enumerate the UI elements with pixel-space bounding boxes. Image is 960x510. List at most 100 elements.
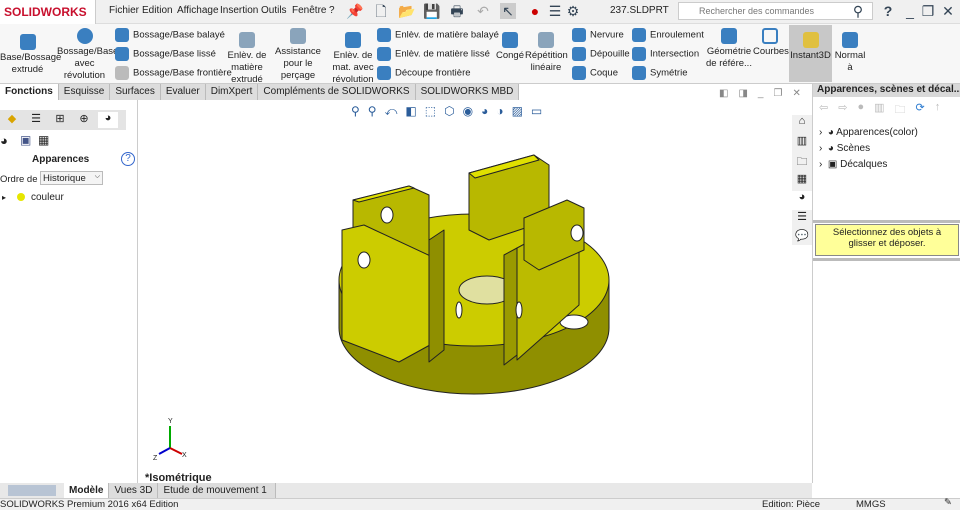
boundary-button[interactable]: Bossage/Base frontière <box>115 66 232 80</box>
reference-geometry-button[interactable]: Géométrie de référe... <box>705 28 753 70</box>
tab-evaluer[interactable]: Evaluer <box>160 84 206 100</box>
instant3d-button[interactable]: Instant3D <box>789 25 832 82</box>
tab-complements[interactable]: Compléments de SOLIDWORKS <box>258 84 416 100</box>
rebuild-icon[interactable]: ● <box>527 3 543 19</box>
cut-revolve-button[interactable]: Enlèv. de mat. avec révolution <box>332 32 374 86</box>
folder-icon[interactable]: 🗀 <box>792 153 812 172</box>
search-input[interactable]: Rechercher des commandes <box>678 2 873 20</box>
status-bar: SOLIDWORKS Premium 2016 x64 Edition Edit… <box>0 497 960 510</box>
print-icon[interactable]: 🖶 <box>449 3 465 19</box>
back-icon[interactable]: ⇦ <box>819 101 828 120</box>
appearances-icon[interactable]: ◕ <box>792 191 812 210</box>
cut-extrude-button[interactable]: Enlèv. de matière extrudé <box>227 32 267 86</box>
display-manager-icon[interactable]: ◕ <box>98 112 118 128</box>
sweep-button[interactable]: Bossage/Base balayé <box>115 28 225 42</box>
close-icon[interactable]: ✕ <box>792 88 800 99</box>
library-icon[interactable]: ▥ <box>874 101 884 120</box>
sphere-icon[interactable]: ● <box>857 101 864 120</box>
intersect-button[interactable]: Intersection <box>632 47 699 61</box>
menu-edition[interactable]: Edition <box>142 5 173 16</box>
property-manager-icon[interactable]: ☰ <box>26 112 46 128</box>
tab-surfaces[interactable]: Surfaces <box>110 84 161 100</box>
folder-icon[interactable]: 🗀 <box>895 101 906 120</box>
draft-button[interactable]: Dépouille <box>572 47 630 61</box>
help-icon[interactable]: ? <box>121 152 135 166</box>
minimize-icon[interactable]: _ <box>758 88 764 99</box>
feature-tree-icon[interactable]: ◆ <box>2 112 22 128</box>
tab-fonctions[interactable]: Fonctions <box>0 84 59 100</box>
dimxpert-icon[interactable]: ⊕ <box>74 112 94 128</box>
up-icon[interactable]: ↑ <box>935 101 941 120</box>
new-file-icon[interactable]: 🗋 <box>373 3 389 19</box>
curves-button[interactable]: Courbes <box>753 28 789 58</box>
mirror-button[interactable]: Symétrie <box>632 66 687 80</box>
linear-pattern-button[interactable]: Répétition linéaire <box>525 32 568 74</box>
pin-icon[interactable]: 📌 <box>346 3 363 19</box>
select-icon[interactable]: ↖ <box>500 3 516 19</box>
tree-item-scenes[interactable]: › ◕ Scènes <box>819 143 870 154</box>
graphics-area[interactable]: ⚲ ⚲ ⤺ ◧ ⬚ ⬡ ◉ ◕ ◑ ▨ ▭ ◧ ◨ _ ❐ ✕ Y Z X *I… <box>139 88 801 484</box>
splitter[interactable] <box>813 220 960 223</box>
appearance-item[interactable]: couleur <box>31 192 64 203</box>
wrap-button[interactable]: Enroulement <box>632 28 704 42</box>
library-icon[interactable]: ▥ <box>792 134 812 153</box>
tab-motion-study[interactable]: Etude de mouvement 1 <box>158 482 277 499</box>
base-extrude-button[interactable]: Base/Bossage extrudé <box>0 34 61 76</box>
undo-icon[interactable]: ↶ <box>475 3 491 19</box>
forward-icon[interactable]: ⇨ <box>838 101 847 120</box>
menu-help[interactable]: ? <box>329 5 335 16</box>
help-icon[interactable]: ? <box>880 3 896 19</box>
tree-item-appearances[interactable]: › ◕ Apparences(color) <box>819 127 918 138</box>
normal-to-button[interactable]: Normal à <box>833 32 867 74</box>
menu-fichier[interactable]: Fichier <box>109 5 139 16</box>
minimize-icon[interactable]: _ <box>902 3 918 19</box>
home-icon[interactable]: ⌂ <box>792 115 812 134</box>
menu-fenetre[interactable]: Fenêtre <box>292 5 326 16</box>
search-icon[interactable]: ⚲ <box>850 3 866 19</box>
hole-wizard-button[interactable]: Assistance pour le perçage <box>267 28 329 82</box>
menu-affichage[interactable]: Affichage <box>177 5 219 16</box>
revolve-button[interactable]: Bossage/Base avec révolution <box>57 28 118 82</box>
tree-item-decals[interactable]: › ▣ Décalques <box>819 159 887 170</box>
units-selector[interactable]: MMGS <box>856 499 886 510</box>
cut-loft-button[interactable]: Enlèv. de matière lissé <box>377 47 490 61</box>
splitter-bottom[interactable] <box>813 258 960 261</box>
tab-dimxpert[interactable]: DimXpert <box>205 84 259 100</box>
forum-icon[interactable]: 💬 <box>792 229 812 248</box>
gear-icon[interactable]: ⚙ <box>565 3 581 19</box>
expand-arrow-icon[interactable]: ▸ <box>2 193 6 202</box>
shell-button[interactable]: Coque <box>572 66 618 80</box>
linear-pattern-icon <box>538 32 554 48</box>
tab-vues-3d[interactable]: Vues 3D <box>109 482 159 499</box>
tab-mbd[interactable]: SOLIDWORKS MBD <box>415 84 520 100</box>
part-model[interactable] <box>139 100 792 483</box>
open-file-icon[interactable]: 📂 <box>398 3 415 19</box>
cut-boundary-button[interactable]: Découpe frontière <box>377 66 471 80</box>
custom-properties-icon[interactable]: ☰ <box>792 210 812 229</box>
split-left-icon[interactable]: ◧ <box>719 88 728 99</box>
tab-scroll-arrows[interactable] <box>8 485 56 496</box>
options-list-icon[interactable]: ☰ <box>547 3 563 19</box>
close-icon[interactable]: ✕ <box>940 3 956 19</box>
save-icon[interactable]: 💾 <box>423 3 440 19</box>
appearances-tab-icon[interactable]: ◕ <box>0 133 8 148</box>
solidworks-logo[interactable]: SOLIDWORKS <box>0 0 96 24</box>
customize-icon[interactable]: ✎ <box>944 497 952 508</box>
menu-insertion[interactable]: Insertion <box>220 5 258 16</box>
tab-esquisse[interactable]: Esquisse <box>58 84 111 100</box>
configuration-icon[interactable]: ⊞ <box>50 112 70 128</box>
split-right-icon[interactable]: ◨ <box>738 88 747 99</box>
tab-modele[interactable]: Modèle <box>64 482 110 499</box>
restore-icon[interactable]: ❐ <box>920 3 936 19</box>
scenes-tab-icon[interactable]: ▦ <box>38 133 49 147</box>
refresh-icon[interactable]: ⟳ <box>916 101 925 120</box>
fillet-button[interactable]: Congé <box>495 32 525 62</box>
menu-outils[interactable]: Outils <box>261 5 287 16</box>
decals-tab-icon[interactable]: ▣ <box>20 133 31 147</box>
restore-icon[interactable]: ❐ <box>773 88 782 99</box>
sort-select[interactable]: Historique ⌵ <box>40 171 103 185</box>
loft-button[interactable]: Bossage/Base lissé <box>115 47 216 61</box>
cut-sweep-button[interactable]: Enlèv. de matière balayé <box>377 28 499 42</box>
rib-button[interactable]: Nervure <box>572 28 624 42</box>
view-palette-icon[interactable]: ▦ <box>792 172 812 191</box>
